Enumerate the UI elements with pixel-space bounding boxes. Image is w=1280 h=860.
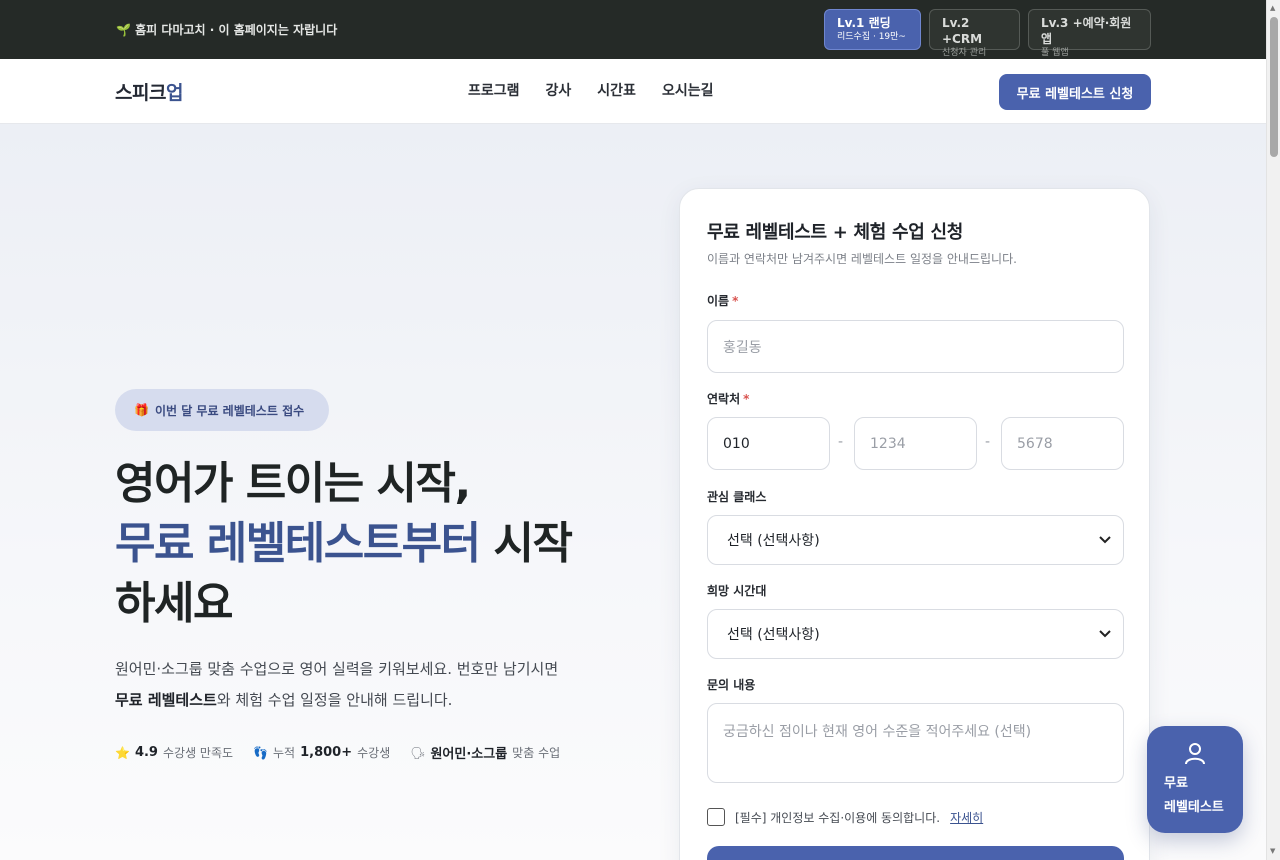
seedling-icon: 🌱 (116, 23, 131, 37)
chevron-down-icon (1099, 627, 1111, 641)
floating-button-label: 무료 레벨테스트 (1164, 772, 1224, 820)
phone-middle-input[interactable]: 1234 (854, 417, 977, 470)
phone-last-input[interactable]: 5678 (1001, 417, 1124, 470)
privacy-text: [필수] 개인정보 수집·이용에 동의합니다. (735, 810, 941, 825)
time-label: 희망 시간대 (707, 584, 767, 598)
class-select[interactable]: 선택 (선택사항) (707, 515, 1124, 565)
main-nav: 프로그램 강사 시간표 오시는길 (468, 80, 713, 100)
stat-students-prefix: 누적 (273, 746, 296, 760)
stat-rating: ⭐ 4.9 수강생 만족도 (115, 744, 233, 761)
floating-label-line-2: 레벨테스트 (1164, 800, 1224, 815)
desc-line-2: 무료 레벨테스트와 체험 수업 일정을 안내해 드립니다. (115, 685, 635, 716)
desc-line-1: 원어민·소그룹 맞춤 수업으로 영어 실력을 키워보세요. 번호만 남기시면 (115, 660, 559, 678)
phone-dash: - (985, 434, 991, 450)
promo-notice: 🌱 홈피 다마고치 · 이 홈페이지는 자랍니다 (116, 21, 337, 38)
headline-line-2-rest: 시작 (479, 518, 572, 569)
site-logo[interactable]: 스피크업 (115, 78, 183, 105)
hero-headline: 영어가 트이는 시작, 무료 레벨테스트부터 시작 하세요 (115, 454, 635, 634)
level-2-subtitle: 신청자 관리 (942, 48, 987, 58)
stat-students-label: 수강생 (357, 746, 391, 760)
promo-topbar: 🌱 홈피 다마고치 · 이 홈페이지는 자랍니다 Lv.1 랜딩 리드수집 · … (0, 0, 1266, 59)
form-subtitle: 이름과 연락처만 남겨주시면 레벨테스트 일정을 안내드립니다. (707, 252, 1017, 266)
inquiry-textarea[interactable]: 궁금하신 점이나 현재 영어 수준을 적어주세요 (선택) (707, 703, 1124, 783)
phone-label: 연락처 * (707, 390, 749, 407)
desc-bold: 무료 레벨테스트 (115, 691, 217, 709)
scroll-up-icon[interactable]: ▲ (1270, 4, 1275, 12)
privacy-agreement: [필수] 개인정보 수집·이용에 동의합니다. 자세히 (707, 808, 983, 826)
speaking-head-icon: 🗣 (410, 745, 426, 760)
time-select[interactable]: 선택 (선택사항) (707, 609, 1124, 659)
star-icon: ⭐ (115, 745, 130, 760)
hero-stats: ⭐ 4.9 수강생 만족도 👣 누적 1,800+ 수강생 🗣 원어민·소그룹 … (115, 743, 560, 762)
nav-item-timetable[interactable]: 시간표 (597, 80, 636, 100)
name-label-text: 이름 (707, 294, 730, 308)
level-2-button[interactable]: Lv.2 +CRM 신청자 관리 (929, 9, 1020, 58)
name-label: 이름 * (707, 292, 738, 309)
stat-class-type-label: 맞춤 수업 (512, 746, 561, 760)
nav-item-directions[interactable]: 오시는길 (662, 80, 714, 100)
stat-students: 👣 누적 1,800+ 수강생 (253, 744, 390, 761)
logo-accent: 업 (165, 82, 183, 104)
logo-main: 스피크 (115, 82, 166, 104)
footprints-icon: 👣 (253, 745, 268, 760)
floating-leveltest-button[interactable]: 무료 레벨테스트 (1147, 726, 1243, 833)
headline-highlight: 무료 레벨테스트부터 (115, 518, 481, 569)
nav-item-teachers[interactable]: 강사 (546, 80, 572, 100)
promo-notice-text: 홈피 다마고치 · 이 홈페이지는 자랍니다 (135, 23, 338, 37)
phone-first-input[interactable]: 010 (707, 417, 830, 470)
stat-students-value: 1,800+ (300, 745, 353, 760)
privacy-details-link[interactable]: 자세히 (950, 809, 983, 826)
gift-icon: 🎁 (134, 403, 149, 417)
stat-rating-label: 수강생 만족도 (162, 746, 234, 760)
level-3-subtitle: 풀 웹앱 (1041, 48, 1069, 58)
class-label: 관심 클래스 (707, 490, 767, 504)
level-1-title: Lv.1 랜딩 (837, 16, 891, 30)
level-3-title: Lv.3 +예약·회원앱 (1041, 16, 1132, 46)
required-mark: * (743, 392, 750, 406)
scrollbar-thumb[interactable] (1270, 17, 1278, 157)
stat-class-type: 🗣 원어민·소그룹 맞춤 수업 (410, 743, 561, 763)
form-title: 무료 레벨테스트 + 체험 수업 신청 (707, 222, 963, 243)
level-2-title: Lv.2 +CRM (942, 16, 983, 46)
headline-line-1: 영어가 트이는 시작, (115, 458, 471, 509)
hero-description: 원어민·소그룹 맞춤 수업으로 영어 실력을 키워보세요. 번호만 남기시면 무… (115, 654, 635, 716)
signup-form-card: 무료 레벨테스트 + 체험 수업 신청 이름과 연락처만 남겨주시면 레벨테스트… (679, 188, 1150, 860)
level-3-button[interactable]: Lv.3 +예약·회원앱 풀 웹앱 (1028, 9, 1151, 58)
headline-line-2: 무료 레벨테스트부터 시작 (115, 514, 635, 574)
headline-line-3: 하세요 (115, 578, 233, 629)
promo-pill-text: 이번 달 무료 레벨테스트 접수 (154, 403, 305, 418)
phone-dash: - (838, 434, 844, 450)
required-mark: * (732, 294, 739, 308)
floating-label-line-1: 무료 (1164, 776, 1188, 791)
promo-pill: 🎁 이번 달 무료 레벨테스트 접수 (115, 389, 329, 431)
class-select-value: 선택 (선택사항) (727, 533, 820, 549)
site-header: 스피크업 프로그램 강사 시간표 오시는길 무료 레벨테스트 신청 (0, 59, 1266, 124)
level-1-subtitle: 리드수집 · 19만~ (837, 32, 906, 42)
page-scrollbar[interactable]: ▲ ▼ (1266, 0, 1280, 860)
nav-item-program[interactable]: 프로그램 (468, 80, 520, 100)
person-icon (1184, 742, 1206, 770)
header-cta-button[interactable]: 무료 레벨테스트 신청 (999, 74, 1151, 110)
name-input[interactable]: 홍길동 (707, 320, 1124, 373)
stat-rating-value: 4.9 (134, 745, 158, 760)
scroll-down-icon[interactable]: ▼ (1270, 847, 1275, 855)
privacy-checkbox[interactable] (707, 808, 725, 826)
phone-label-text: 연락처 (707, 392, 741, 406)
desc-rest: 와 체험 수업 일정을 안내해 드립니다. (216, 691, 453, 709)
level-1-button[interactable]: Lv.1 랜딩 리드수집 · 19만~ (824, 9, 921, 50)
stat-class-type-value: 원어민·소그룹 (430, 747, 508, 762)
inquiry-label: 문의 내용 (707, 678, 756, 692)
time-select-value: 선택 (선택사항) (727, 627, 820, 643)
submit-button[interactable] (707, 846, 1124, 860)
chevron-down-icon (1099, 533, 1111, 547)
